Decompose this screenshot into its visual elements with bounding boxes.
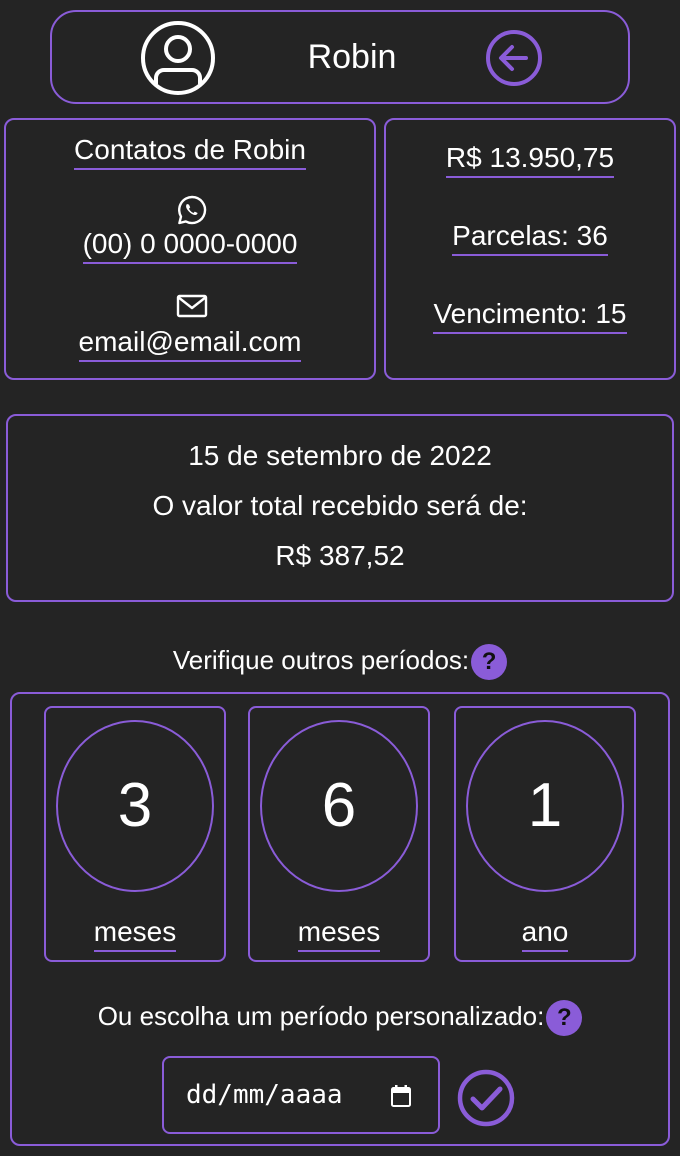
period-number: 1 bbox=[466, 720, 624, 892]
custom-period-label: Ou escolha um período personalizado: bbox=[97, 1001, 545, 1031]
contacts-title: Contatos de Robin bbox=[74, 134, 306, 171]
date-placeholder: dd/mm/aaaa bbox=[186, 1080, 343, 1110]
help-icon[interactable]: ? bbox=[471, 644, 508, 681]
periods-heading: Verifique outros períodos:? bbox=[0, 640, 680, 681]
back-arrow-icon[interactable] bbox=[484, 28, 544, 88]
period-option-1-year[interactable]: 1 ano bbox=[454, 706, 636, 962]
finance-card: R$ 13.950,75 Parcelas: 36 Vencimento: 15 bbox=[384, 118, 676, 380]
installments: Parcelas: 36 bbox=[452, 220, 608, 257]
check-circle-icon[interactable] bbox=[456, 1068, 516, 1128]
phone-link[interactable]: (00) 0 0000-0000 bbox=[82, 228, 298, 265]
summary-date: 15 de setembro de 2022 bbox=[188, 440, 492, 471]
user-name: Robin bbox=[307, 38, 397, 76]
due-day: Vencimento: 15 bbox=[433, 298, 627, 335]
periods-panel: 3 meses 6 meses 1 ano Ou escolha um perí… bbox=[10, 692, 670, 1146]
whatsapp-icon bbox=[178, 195, 207, 225]
summary-amount: R$ 387,52 bbox=[275, 540, 405, 571]
profile-header: Robin bbox=[50, 10, 630, 104]
period-option-6-months[interactable]: 6 meses bbox=[248, 706, 430, 962]
user-avatar-icon bbox=[141, 21, 215, 95]
period-number: 6 bbox=[260, 720, 418, 892]
contacts-card: Contatos de Robin (00) 0 0000-0000 email… bbox=[4, 118, 376, 380]
period-option-3-months[interactable]: 3 meses bbox=[44, 706, 226, 962]
period-unit: meses bbox=[93, 916, 177, 953]
summary-text: O valor total recebido será de: bbox=[152, 490, 528, 521]
envelope-icon bbox=[176, 294, 208, 318]
email-link[interactable]: email@email.com bbox=[78, 326, 302, 363]
period-unit: meses bbox=[297, 916, 381, 953]
loan-amount: R$ 13.950,75 bbox=[445, 142, 615, 179]
period-unit: ano bbox=[521, 916, 569, 953]
custom-date-input[interactable]: dd/mm/aaaa bbox=[162, 1056, 440, 1134]
periods-title: Verifique outros períodos: bbox=[172, 645, 470, 675]
custom-period-heading: Ou escolha um período personalizado:? bbox=[12, 996, 668, 1037]
period-number: 3 bbox=[56, 720, 214, 892]
calendar-icon[interactable] bbox=[390, 1084, 412, 1108]
help-icon[interactable]: ? bbox=[546, 1000, 583, 1037]
summary-card: 15 de setembro de 2022 O valor total rec… bbox=[6, 414, 674, 602]
